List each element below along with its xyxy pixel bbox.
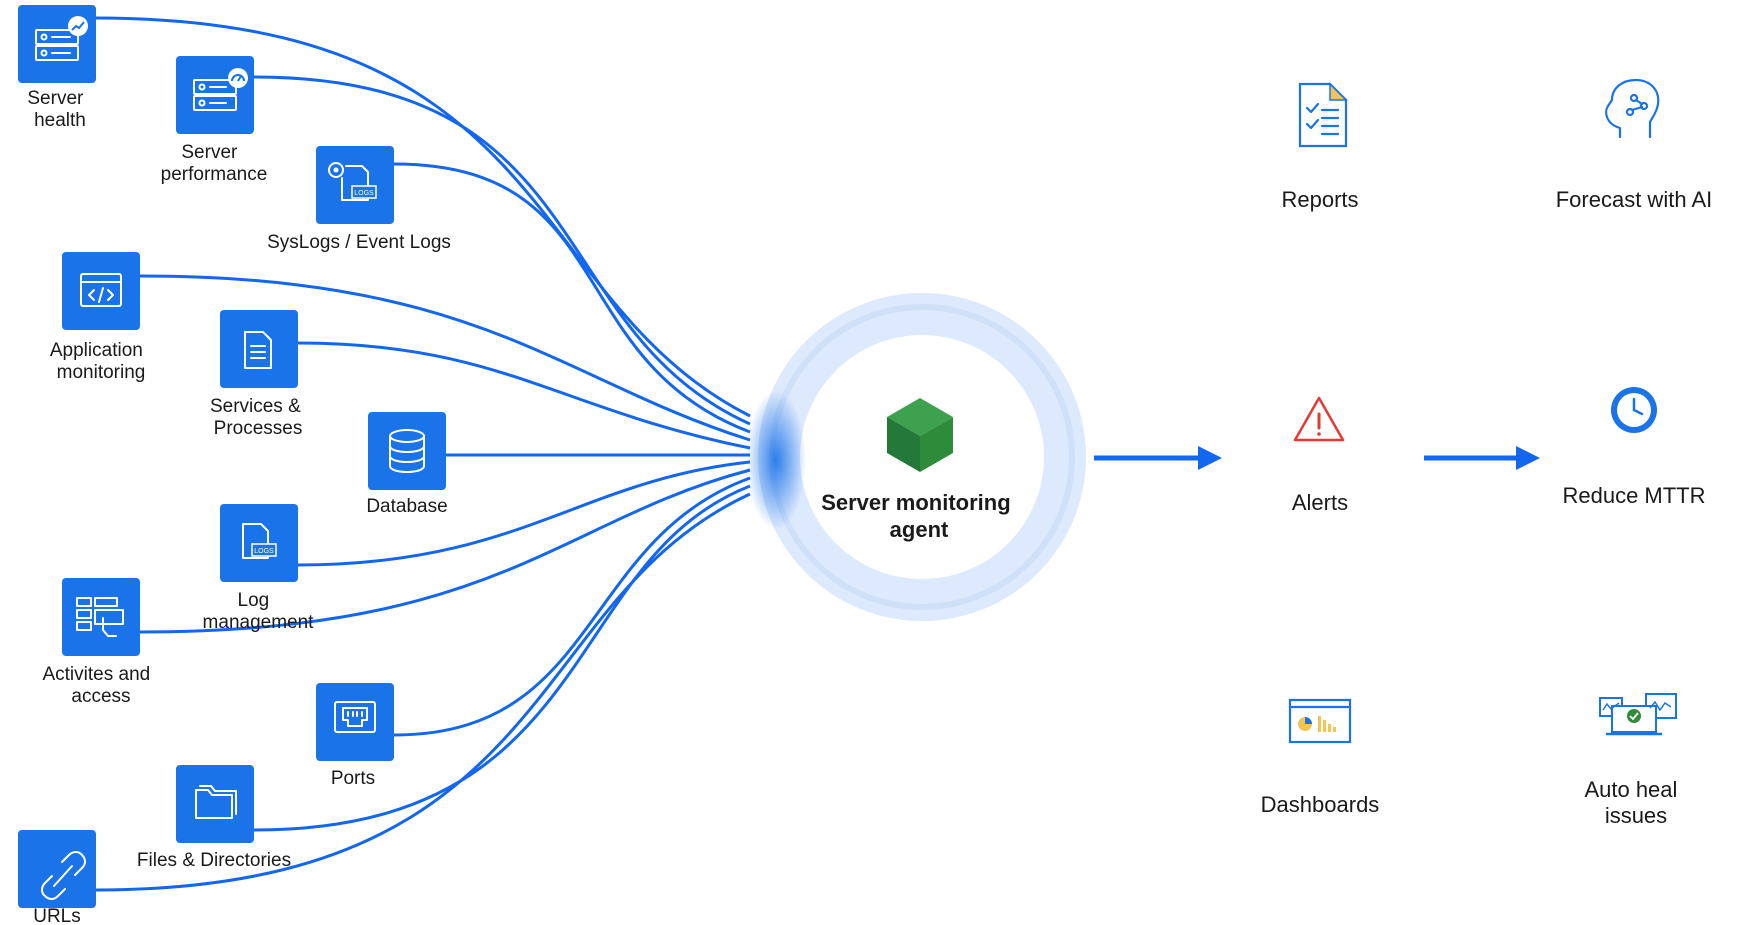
auto-heal-icon [1599, 693, 1677, 736]
output-dashboards: Dashboards [1261, 698, 1380, 817]
output-auto-heal: Auto heal issues [1584, 693, 1683, 828]
source-server-performance: Server performance [161, 56, 268, 185]
source-label: Server health [27, 88, 88, 131]
label-line-1: Server [27, 88, 84, 109]
source-database: Database [366, 412, 448, 517]
source-label: Ports [331, 768, 375, 789]
source-files-directories: Files & Directories [137, 765, 291, 871]
alert-icon [1293, 396, 1345, 442]
source-activities-access: Activites and access [42, 578, 155, 707]
label-line-1: Auto heal [1584, 777, 1677, 802]
agent-node: Server monitoring agent [746, 293, 1086, 621]
source-services-processes: Services & Processes [210, 310, 306, 439]
tile [62, 578, 140, 656]
source-label: Files & Directories [137, 850, 291, 871]
output-label: Reduce MTTR [1562, 483, 1705, 508]
tile [316, 146, 394, 224]
source-application-monitoring: Application monitoring [50, 252, 148, 383]
svg-text:LOGS: LOGS [354, 190, 374, 197]
label-line-2: performance [161, 164, 268, 185]
source-label: SysLogs / Event Logs [267, 232, 451, 253]
ai-head-icon [1605, 78, 1660, 139]
output-reports: Reports [1281, 82, 1359, 212]
agent-label-line-1: Server monitoring [821, 490, 1010, 515]
agent-label-line-2: agent [890, 517, 949, 542]
source-ports: Ports [316, 683, 394, 789]
label-line-2: management [203, 612, 315, 633]
tile [316, 683, 394, 761]
output-label: Auto heal issues [1584, 777, 1683, 828]
arrow-agent-to-alerts [1094, 446, 1222, 470]
output-label: Dashboards [1261, 792, 1380, 817]
label-line-2: health [34, 110, 86, 131]
source-label: Application monitoring [50, 340, 148, 383]
label-line-2: issues [1605, 803, 1667, 828]
tile [220, 504, 298, 582]
report-icon [1298, 82, 1348, 148]
source-urls: URLs [18, 830, 96, 925]
output-forecast-ai: Forecast with AI [1556, 78, 1713, 212]
arrow-alerts-to-mttr [1424, 446, 1540, 470]
output-label: Alerts [1292, 490, 1348, 515]
source-label: Log management [203, 590, 315, 633]
tile [176, 765, 254, 843]
svg-text:LOGS: LOGS [254, 548, 274, 555]
label-line-1: Log [238, 590, 270, 611]
source-label: Services & Processes [210, 396, 306, 439]
clock-icon [1611, 387, 1657, 433]
source-syslogs: LOGS SysLogs / Event Logs [267, 146, 451, 253]
monitoring-diagram: Server monitoring agent Server health Se… [18, 5, 1713, 925]
tile [62, 252, 140, 330]
dashboard-icon [1288, 698, 1352, 744]
source-log-management: LOGS Log management [203, 504, 315, 633]
source-label: Activites and access [42, 664, 155, 707]
arrows [1094, 446, 1540, 470]
output-label: Reports [1281, 187, 1358, 212]
label-line-1: Application [50, 340, 143, 361]
label-line-2: monitoring [57, 362, 146, 383]
tile [220, 310, 298, 388]
label-line-1: Services & [210, 396, 301, 417]
output-alerts: Alerts [1292, 396, 1348, 515]
source-server-health: Server health [18, 5, 96, 131]
label-line-2: access [71, 686, 130, 707]
agent-beam-glow [746, 390, 806, 530]
source-label: URLs [33, 906, 81, 925]
label-line-1: Server [181, 142, 238, 163]
output-label: Forecast with AI [1556, 187, 1713, 212]
label-line-1: Activites and [42, 664, 150, 685]
connector-files-directories [253, 484, 751, 832]
source-label: Database [366, 496, 447, 517]
output-reduce-mttr: Reduce MTTR [1562, 387, 1706, 508]
label-line-2: Processes [214, 418, 303, 439]
source-label: Server performance [161, 142, 268, 185]
